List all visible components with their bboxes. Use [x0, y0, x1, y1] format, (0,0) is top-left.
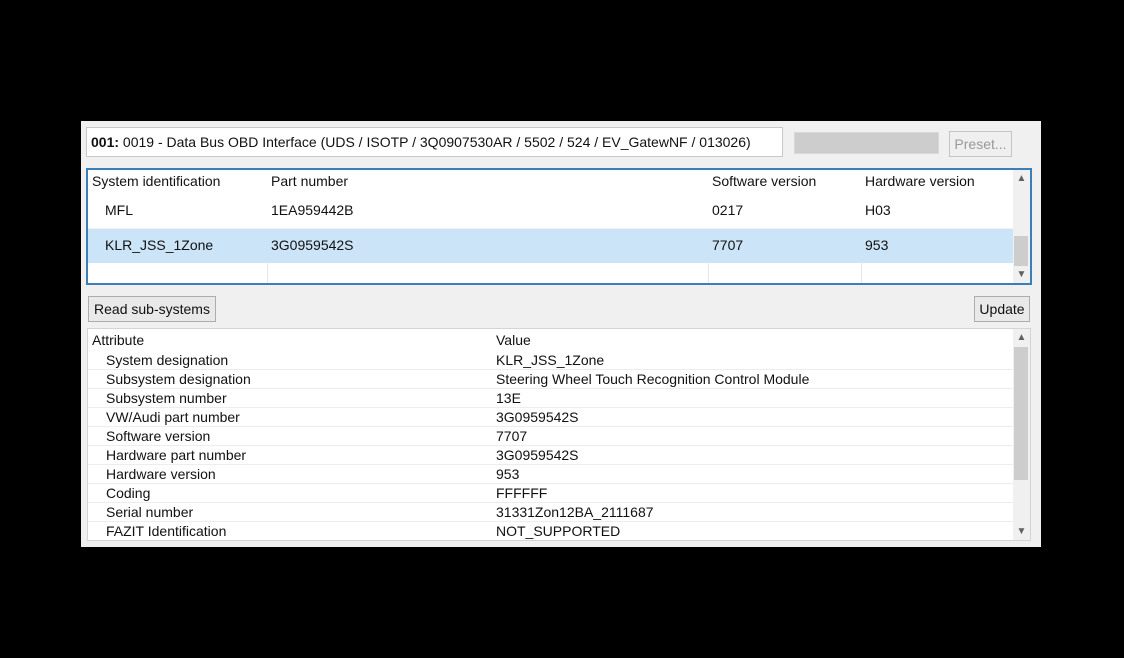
attribute-name: Software version: [106, 428, 211, 444]
column-header-attribute[interactable]: Attribute: [92, 332, 144, 348]
update-button[interactable]: Update: [974, 296, 1030, 322]
attribute-value: Steering Wheel Touch Recognition Control…: [496, 371, 810, 387]
attributes-list[interactable]: Attribute Value System designation KLR_J…: [87, 328, 1031, 541]
list-item[interactable]: Hardware part number 3G0959542S: [88, 446, 1014, 465]
attribute-value: KLR_JSS_1Zone: [496, 352, 605, 368]
attribute-name: VW/Audi part number: [106, 409, 240, 425]
table-row[interactable]: MFL 1EA959442B 0217 H03: [88, 194, 1015, 228]
part-number-cell: 3G0959542S: [271, 237, 354, 253]
attribute-value: 3G0959542S: [496, 447, 579, 463]
column-header-value[interactable]: Value: [496, 332, 531, 348]
list-item[interactable]: Coding FFFFFF: [88, 484, 1014, 503]
scroll-down-arrow-icon[interactable]: ▼: [1013, 266, 1030, 283]
column-divider: [267, 262, 268, 283]
hardware-version-cell: H03: [865, 202, 891, 218]
list-item[interactable]: System designation KLR_JSS_1Zone: [88, 351, 1014, 370]
module-header: 001: 0019 - Data Bus OBD Interface (UDS …: [86, 127, 783, 157]
software-version-cell: 0217: [712, 202, 744, 218]
progress-bar: [794, 132, 939, 154]
attribute-name: Serial number: [106, 504, 194, 520]
system-identification-cell: KLR_JSS_1Zone: [105, 237, 214, 253]
column-header-system-identification[interactable]: System identification: [92, 173, 220, 189]
attribute-name: FAZIT Identification: [106, 523, 227, 539]
system-identification-cell: MFL: [105, 202, 133, 218]
column-header-part-number[interactable]: Part number: [271, 173, 348, 189]
list-item[interactable]: Serial number 31331Zon12BA_2111687: [88, 503, 1014, 522]
attribute-value: 31331Zon12BA_2111687: [496, 504, 654, 520]
attribute-value: 7707: [496, 428, 528, 444]
attribute-value: 953: [496, 466, 520, 482]
list-item[interactable]: Hardware version 953: [88, 465, 1014, 484]
module-title: 0019 - Data Bus OBD Interface (UDS / ISO…: [119, 134, 751, 150]
list-item[interactable]: Subsystem designation Steering Wheel Tou…: [88, 370, 1014, 389]
software-version-cell: 7707: [712, 237, 744, 253]
attribute-name: Subsystem number: [106, 390, 227, 406]
attribute-name: Coding: [106, 485, 151, 501]
attribute-name: Hardware version: [106, 466, 216, 482]
module-number: 001:: [91, 134, 120, 150]
column-header-software-version[interactable]: Software version: [712, 173, 816, 189]
list-item[interactable]: VW/Audi part number 3G0959542S: [88, 408, 1014, 427]
column-header-hardware-version[interactable]: Hardware version: [865, 173, 975, 189]
list-item[interactable]: FAZIT Identification NOT_SUPPORTED: [88, 522, 1014, 540]
attribute-name: Hardware part number: [106, 447, 247, 463]
column-divider: [861, 262, 862, 283]
attribute-value: 3G0959542S: [496, 409, 579, 425]
scrollbar-thumb[interactable]: [1014, 347, 1028, 480]
part-number-cell: 1EA959442B: [271, 202, 354, 218]
scroll-down-arrow-icon[interactable]: ▼: [1013, 523, 1030, 540]
attributes-scrollbar[interactable]: ▲ ▼: [1013, 329, 1030, 540]
list-item[interactable]: Software version 7707: [88, 427, 1014, 446]
attribute-name: Subsystem designation: [106, 371, 251, 387]
attribute-value: NOT_SUPPORTED: [496, 523, 621, 539]
table-row-selected[interactable]: KLR_JSS_1Zone 3G0959542S 7707 953: [88, 229, 1015, 263]
list-item[interactable]: Subsystem number 13E: [88, 389, 1014, 408]
subsystems-list[interactable]: System identification Part number Softwa…: [86, 168, 1032, 285]
preset-button[interactable]: Preset...: [949, 131, 1012, 157]
read-subsystems-button[interactable]: Read sub-systems: [88, 296, 216, 322]
hardware-version-cell: 953: [865, 237, 889, 253]
subsystems-scrollbar[interactable]: ▲ ▼: [1013, 170, 1030, 283]
attribute-name: System designation: [106, 352, 229, 368]
attribute-value: 13E: [496, 390, 521, 406]
scroll-up-arrow-icon[interactable]: ▲: [1013, 170, 1030, 187]
scroll-up-arrow-icon[interactable]: ▲: [1013, 329, 1030, 346]
scrollbar-thumb[interactable]: [1014, 236, 1028, 266]
column-divider: [708, 262, 709, 283]
attribute-value: FFFFFF: [496, 485, 548, 501]
subsystems-window: 001: 0019 - Data Bus OBD Interface (UDS …: [81, 121, 1041, 547]
